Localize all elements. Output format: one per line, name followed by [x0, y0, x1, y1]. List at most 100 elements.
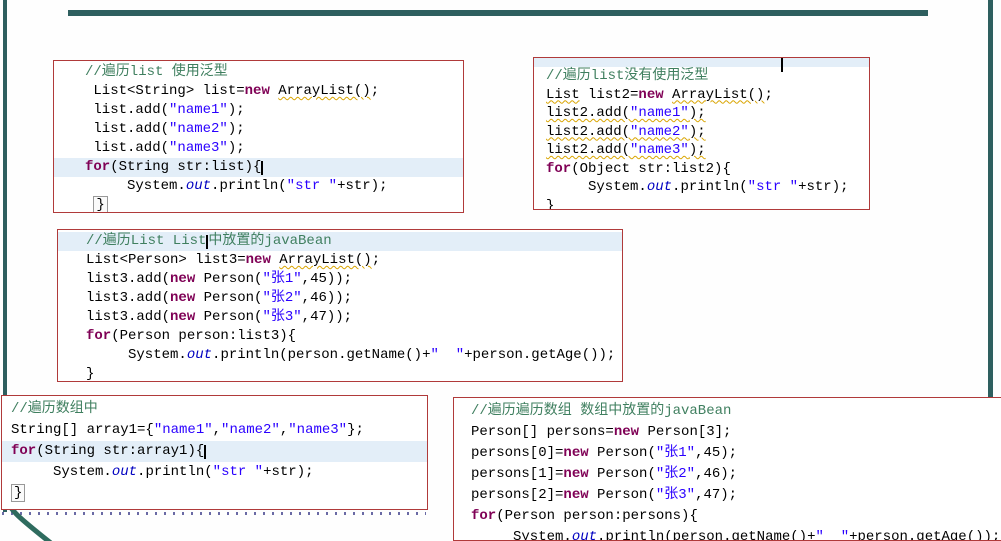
code-token-p: };: [347, 422, 364, 438]
code-line: persons[0]=new Person("张1",45);: [454, 443, 1001, 464]
code-token-sw: "name3": [630, 142, 689, 158]
code-token-p: ;: [764, 86, 773, 103]
code-token-p: [270, 83, 278, 99]
code-token-p: list.add(: [85, 140, 170, 156]
code-token-p: +person.getAge());: [464, 347, 616, 363]
code-line: persons[2]=new Person("张3",47);: [454, 485, 1001, 506]
code-line: //遍历list没有使用泛型: [534, 67, 869, 86]
code-line: //遍历list 使用泛型: [54, 63, 463, 82]
code-token-k: new: [613, 424, 640, 440]
presentation-slide: //遍历list 使用泛型 List<String> list=new Arra…: [0, 0, 1001, 541]
code-token-s: " ": [430, 347, 465, 363]
code-line: list3.add(new Person("张2",46));: [58, 289, 622, 308]
code-line: List<Person> list3=new ArrayList();: [58, 251, 622, 270]
code-token-p: Person(: [588, 466, 656, 482]
code-token-p: ,45));: [301, 271, 353, 287]
code-token-k: for: [86, 328, 112, 344]
code-line: String[] array1={"name1","name2","name3"…: [2, 420, 427, 441]
code-box-list-without-generics: //遍历list没有使用泛型 List list2=new ArrayList()…: [533, 57, 870, 210]
code-box-list-with-generics: //遍历list 使用泛型 List<String> list=new Arra…: [53, 60, 464, 213]
code-line: [534, 58, 869, 72]
code-token-p: ,47));: [301, 309, 353, 325]
code-token-p: ,: [279, 422, 289, 438]
code-token-w: list2.add(: [546, 142, 631, 158]
code-token-k: new: [244, 83, 270, 99]
code-token-k: new: [638, 86, 664, 103]
code-token-c: //遍历list 使用泛型: [85, 64, 228, 80]
code-token-s: " ": [815, 529, 850, 541]
code-token-p: persons[2]=: [471, 487, 564, 503]
code-line: System.out.println("str "+str);: [54, 177, 463, 196]
code-token-p: +str);: [263, 464, 314, 480]
code-box-array-javabean: //遍历遍历数组 数组中放置的javaBean Person[] persons=…: [453, 397, 1001, 541]
code-token-p: System.: [471, 529, 572, 541]
code-token-sw: "name1": [630, 105, 689, 121]
code-token-b: }: [93, 196, 108, 212]
code-line: System.out.println(person.getName()+" "+…: [58, 346, 622, 365]
code-token-w: list2.add(: [546, 105, 631, 121]
code-token-p: list2=: [579, 86, 639, 103]
code-token-p: persons[1]=: [471, 466, 564, 482]
code-token-p: +str);: [798, 179, 849, 195]
code-token-s: "name2": [221, 422, 280, 438]
code-token-p: System.: [85, 178, 186, 194]
code-token-p: String[] array1={: [11, 422, 154, 438]
code-line: System.out.println("str "+str);: [534, 178, 869, 197]
code-token-s: "name1": [169, 102, 228, 118]
code-token-w: ArrayList(): [278, 83, 371, 99]
code-line: Person[] persons=new Person[3];: [454, 422, 1001, 443]
code-token-s: "张1": [655, 445, 696, 461]
code-token-f: out: [646, 179, 673, 195]
code-token-p: .println(: [211, 178, 287, 194]
code-token-p: Person(: [195, 271, 263, 287]
code-line: list3.add(new Person("张1",45));: [58, 270, 622, 289]
code-token-p: ;: [371, 252, 381, 268]
code-token-c: 中放置的javaBean: [208, 233, 332, 249]
code-line: list2.add("name1");: [534, 104, 869, 123]
code-token-f: out: [186, 347, 213, 363]
code-line: List<String> list=new ArrayList();: [54, 82, 463, 101]
code-line: list2.add("name3");: [534, 141, 869, 160]
code-token-p: ,: [212, 422, 222, 438]
code-line: for(Person person:persons){: [454, 506, 1001, 527]
code-token-k: new: [170, 271, 196, 287]
code-token-s: "张2": [655, 466, 696, 482]
code-token-k: for: [11, 443, 37, 459]
code-token-p: [664, 87, 672, 103]
code-token-p: .println(person.getName()+: [597, 529, 816, 541]
code-token-b: }: [11, 484, 26, 502]
code-token-p: ,46);: [695, 466, 738, 482]
code-token-p: Person(: [195, 290, 263, 306]
code-token-c: //遍历数组中: [11, 401, 98, 417]
code-token-p: list3.add(: [86, 271, 171, 287]
code-token-p: persons[0]=: [471, 445, 564, 461]
code-token-f: out: [111, 464, 138, 480]
code-token-k: new: [245, 252, 271, 268]
code-line: }: [534, 197, 869, 210]
code-token-s: "张3": [262, 309, 302, 325]
code-token-w: ArrayList(): [279, 252, 372, 268]
code-token-k: new: [563, 487, 589, 503]
code-token-w: );: [688, 123, 706, 140]
code-token-p: .println(: [672, 179, 748, 195]
code-token-s: "name1": [153, 422, 213, 438]
code-line: list.add("name1");: [54, 101, 463, 120]
code-token-s: "str ": [212, 464, 264, 480]
code-line: list.add("name3");: [54, 139, 463, 158]
code-line: for(String str:array1){: [2, 441, 427, 462]
code-token-w: ArrayList(): [672, 86, 765, 103]
code-line: list3.add(new Person("张3",47));: [58, 308, 622, 327]
code-token-p: [271, 252, 279, 268]
code-line: list2.add("name2");: [534, 123, 869, 142]
code-token-s: "name3": [288, 422, 348, 438]
code-line: List list2=new ArrayList();: [534, 86, 869, 105]
code-line: persons[1]=new Person("张2",46);: [454, 464, 1001, 485]
code-token-f: out: [185, 178, 212, 194]
code-token-p: ,46));: [301, 290, 353, 306]
code-token-k: new: [563, 466, 589, 482]
code-token-w: List: [546, 86, 580, 103]
code-token-c: //遍历List List: [86, 233, 207, 249]
code-token-p: list.add(: [85, 102, 170, 118]
code-token-c: //遍历遍历数组 数组中放置的javaBean: [471, 403, 732, 419]
code-token-f: out: [571, 529, 598, 541]
